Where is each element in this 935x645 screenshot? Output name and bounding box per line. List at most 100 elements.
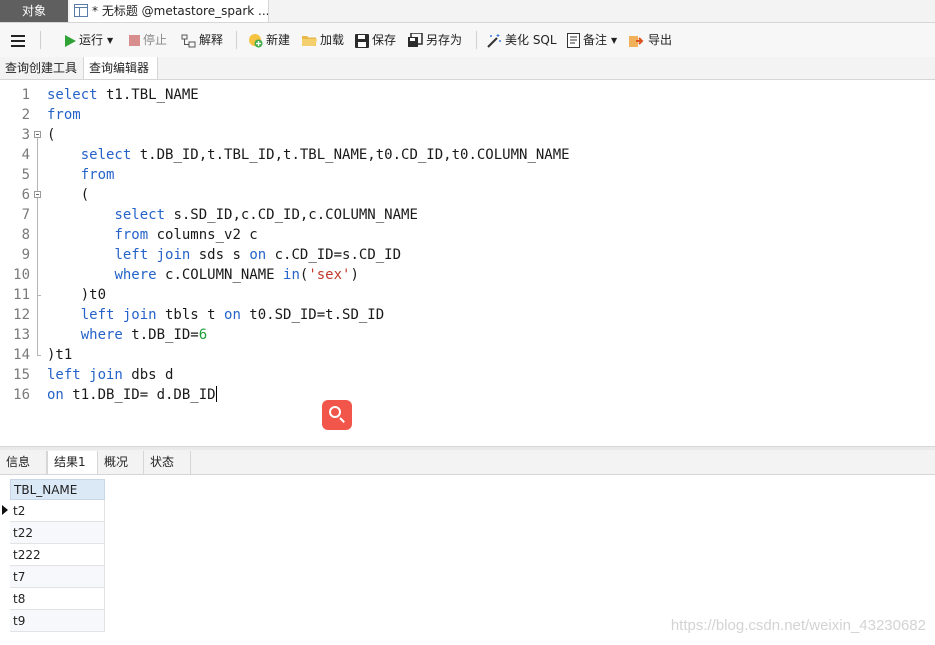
- table-row[interactable]: t2: [10, 500, 105, 522]
- query-tab[interactable]: * 无标题 @metastore_spark ...: [70, 0, 269, 22]
- stop-label: 停止: [143, 33, 168, 47]
- code-line-15: left join dbs d: [47, 367, 174, 383]
- fold-guide: [37, 138, 38, 355]
- explain-label: 解释: [199, 33, 224, 47]
- tab-info[interactable]: 信息: [0, 451, 47, 474]
- stop-icon: [129, 35, 140, 46]
- folder-icon: [302, 36, 317, 46]
- tab-status[interactable]: 状态: [144, 451, 191, 474]
- magic-wand-icon: [487, 33, 501, 48]
- run-label: 运行: [79, 33, 104, 47]
- comment-label: 备注: [583, 33, 608, 47]
- code-line-3: (: [47, 127, 56, 143]
- new-query-button[interactable]: 新建: [248, 30, 290, 50]
- code-line-6: (: [47, 187, 90, 203]
- code-line-11: )t0: [47, 287, 107, 303]
- load-button[interactable]: 加载: [302, 30, 344, 50]
- fold-toggle-icon[interactable]: [34, 191, 41, 198]
- save-as-label: 另存为: [426, 33, 463, 47]
- floating-search-button[interactable]: [322, 400, 352, 430]
- line-number: 3: [21, 127, 30, 143]
- table-row[interactable]: t8: [10, 588, 105, 610]
- export-button[interactable]: 导出: [629, 30, 672, 50]
- save-as-icon: [408, 33, 423, 47]
- comment-dropdown-icon[interactable]: ▼: [611, 31, 617, 51]
- editor-mode-tabs: 查询创建工具 查询编辑器: [0, 57, 935, 80]
- search-icon-handle: [339, 417, 345, 423]
- sql-editor[interactable]: 1 2 3 4 5 6 7 8 9 10 11 12 13 14 15 16 s…: [0, 80, 935, 446]
- new-query-icon: [249, 34, 263, 48]
- table-row[interactable]: t22: [10, 522, 105, 544]
- watermark-url: https://blog.csdn.net/weixin_43230682: [670, 617, 926, 634]
- line-number: 8: [21, 227, 30, 243]
- code-line-8: from columns_v2 c: [114, 227, 258, 243]
- save-button[interactable]: 保存: [355, 30, 396, 50]
- floppy-disk-icon: [355, 33, 369, 48]
- toolbar-separator: [476, 31, 477, 49]
- code-line-10: where c.COLUMN_NAME in('sex'): [114, 267, 359, 283]
- code-line-14: )t1: [47, 347, 73, 363]
- code-line-13: where t.DB_ID=6: [80, 327, 208, 343]
- code-line-5: from: [80, 167, 115, 183]
- explain-icon: [181, 34, 196, 47]
- line-number: 14: [13, 347, 30, 363]
- beautify-sql-button[interactable]: 美化 SQL: [486, 30, 557, 50]
- line-number: 15: [13, 367, 30, 383]
- code-line-1: select t1.TBL_NAME: [47, 87, 199, 103]
- code-line-7: select s.SD_ID,c.CD_ID,c.COLUMN_NAME: [114, 207, 418, 223]
- fold-toggle-icon[interactable]: [34, 131, 41, 138]
- note-icon: [567, 33, 580, 48]
- line-number: 1: [21, 87, 30, 103]
- text-cursor: [215, 386, 217, 402]
- export-icon: [629, 35, 644, 47]
- column-header-tbl-name[interactable]: TBL_NAME: [10, 479, 105, 500]
- table-row[interactable]: t222: [10, 544, 105, 566]
- search-icon: [329, 406, 341, 418]
- explain-button[interactable]: 解释: [181, 30, 223, 50]
- code-line-12: left join tbls t on t0.SD_ID=t.SD_ID: [80, 307, 385, 323]
- objects-tab[interactable]: 对象: [0, 0, 68, 22]
- line-number: 4: [21, 147, 30, 163]
- line-number: 9: [21, 247, 30, 263]
- comment-button[interactable]: 备注 ▼: [567, 30, 617, 50]
- line-number: 11: [13, 287, 30, 303]
- play-icon: [65, 34, 76, 47]
- code-line-4: select t.DB_ID,t.TBL_ID,t.TBL_NAME,t0.CD…: [80, 147, 570, 163]
- line-number: 2: [21, 107, 30, 123]
- tab-query-builder[interactable]: 查询创建工具: [0, 57, 84, 79]
- export-label: 导出: [648, 33, 673, 47]
- line-number-gutter: 1 2 3 4 5 6 7 8 9 10 11 12 13 14 15 16: [0, 80, 46, 446]
- tab-result1[interactable]: 结果1: [47, 451, 98, 474]
- menu-button[interactable]: [11, 30, 28, 50]
- toolbar-separator: [236, 31, 237, 49]
- line-number: 12: [13, 307, 30, 323]
- hamburger-menu-icon: [11, 34, 25, 47]
- line-number: 5: [21, 167, 30, 183]
- document-tab-bar: 对象 * 无标题 @metastore_spark ...: [0, 0, 935, 23]
- current-row-indicator-icon: [2, 505, 8, 515]
- load-label: 加载: [320, 33, 345, 47]
- result-tabs: 信息 结果1 概况 状态: [0, 450, 935, 475]
- run-button[interactable]: 运行 ▼: [64, 30, 113, 50]
- table-row[interactable]: t9: [10, 610, 105, 632]
- code-line-16: on t1.DB_ID= d.DB_ID: [47, 386, 217, 403]
- tab-overview[interactable]: 概况: [98, 451, 144, 474]
- line-number: 10: [13, 267, 30, 283]
- fold-end-marker: [37, 355, 41, 356]
- stop-button[interactable]: 停止: [129, 30, 167, 50]
- query-tab-title: * 无标题 @metastore_spark ...: [92, 4, 269, 18]
- tab-query-editor[interactable]: 查询编辑器: [84, 57, 158, 79]
- table-row[interactable]: t7: [10, 566, 105, 588]
- save-as-button[interactable]: 另存为: [408, 30, 462, 50]
- query-toolbar: 运行 ▼ 停止 解释 新建 加载 保存 另存为 美化 SQL 备注 ▼ 导出: [0, 23, 935, 57]
- fold-end-marker: [37, 295, 41, 296]
- beautify-label: 美化 SQL: [505, 33, 557, 47]
- run-dropdown-icon[interactable]: ▼: [107, 31, 113, 51]
- query-table-icon: [74, 4, 88, 17]
- line-number: 6: [21, 187, 30, 203]
- new-label: 新建: [266, 33, 291, 47]
- toolbar-separator: [40, 31, 41, 49]
- line-number: 13: [13, 327, 30, 343]
- save-label: 保存: [372, 33, 397, 47]
- code-line-2: from: [47, 107, 81, 123]
